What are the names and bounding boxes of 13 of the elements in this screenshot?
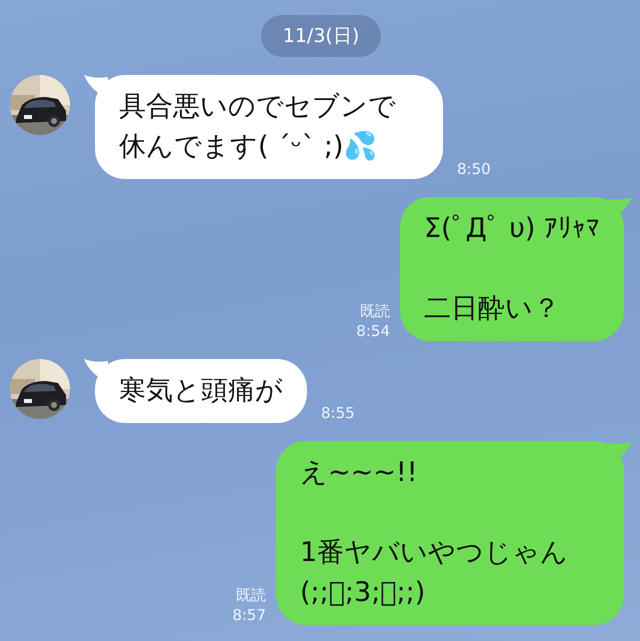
message-time: 8:57: [232, 605, 266, 625]
message-time: 8:55: [321, 403, 355, 423]
message-text: 寒気と頭痛が: [119, 374, 283, 408]
message-text: 二日酔い？: [424, 292, 561, 326]
message-time: 8:50: [457, 159, 491, 179]
message-text: 1番ヤバいやつじゃん(;;ﾟ;3;ﾟ;;): [300, 536, 570, 610]
date-badge: 11/3(日): [260, 15, 382, 57]
read-receipt: 既読: [236, 585, 266, 605]
message-text: え~~~!!: [300, 456, 419, 490]
message-time: 8:54: [356, 321, 390, 341]
message-text: 具合悪いのでセブンで休んでます( ´ᵕ` ;)💦: [119, 90, 397, 164]
read-receipt: 既読: [360, 301, 390, 321]
message-text: Σ(ﾟДﾟ υ) ｱﾘｬﾏ: [424, 212, 600, 246]
